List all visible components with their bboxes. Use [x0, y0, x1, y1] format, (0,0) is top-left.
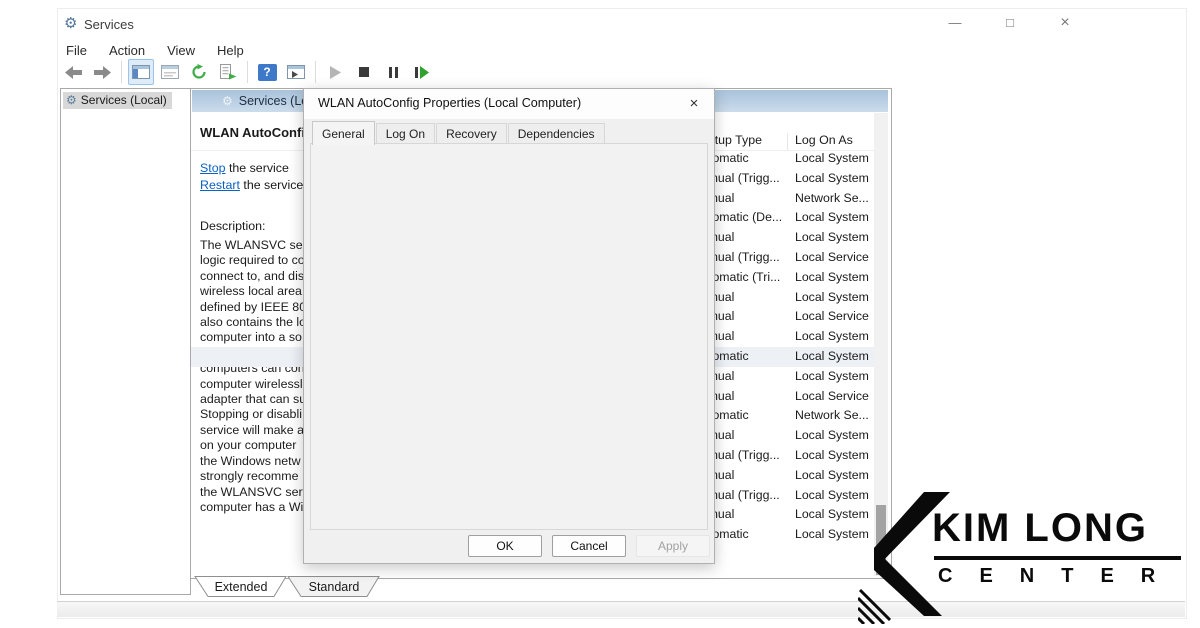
- cell-log-on-as: Local System: [795, 268, 869, 288]
- export-list-button[interactable]: [215, 59, 241, 85]
- services-header-icon: ⚙: [222, 94, 233, 108]
- ok-button[interactable]: OK: [468, 535, 542, 557]
- extended-view-icon: [287, 65, 305, 79]
- back-arrow-icon: [65, 66, 82, 79]
- extended-view-button[interactable]: [283, 59, 309, 85]
- cell-log-on-as: Local System: [795, 347, 869, 367]
- play-icon: [330, 66, 341, 79]
- dialog-close-button[interactable]: ×: [680, 93, 708, 115]
- dialog-title: WLAN AutoConfig Properties (Local Comput…: [318, 96, 581, 110]
- minimize-button[interactable]: —: [942, 13, 968, 33]
- tab-standard-label[interactable]: Standard: [309, 580, 360, 594]
- forward-arrow-icon: [94, 66, 111, 79]
- dialog-page: [310, 143, 708, 530]
- cell-log-on-as: Local System: [795, 367, 869, 387]
- menu-view[interactable]: View: [164, 42, 198, 59]
- close-button[interactable]: ×: [1052, 13, 1078, 33]
- restart-icon: [415, 66, 429, 79]
- cell-log-on-as: Local System: [795, 149, 869, 169]
- toolbar-separator: [247, 61, 248, 83]
- toolbar-separator: [121, 61, 122, 83]
- restart-service-button[interactable]: [409, 59, 435, 85]
- cell-log-on-as: Local System: [795, 228, 869, 248]
- cell-log-on-as: Local System: [795, 288, 869, 308]
- console-tree-panel: ⚙ Services (Local): [60, 88, 191, 595]
- cell-log-on-as: Local Service: [795, 248, 869, 268]
- stop-service-button[interactable]: [351, 59, 377, 85]
- cell-log-on-as: Local System: [795, 169, 869, 189]
- toolbar-separator: [315, 61, 316, 83]
- refresh-icon: [191, 64, 207, 80]
- start-service-button[interactable]: [322, 59, 348, 85]
- dialog-tab-recovery[interactable]: Recovery: [436, 123, 507, 145]
- cell-log-on-as: Local Service: [795, 307, 869, 327]
- refresh-button[interactable]: [186, 59, 212, 85]
- tree-root-label: Services (Local): [81, 93, 167, 107]
- menu-action[interactable]: Action: [106, 42, 148, 59]
- pause-icon: [389, 67, 398, 78]
- cell-log-on-as: Local System: [795, 327, 869, 347]
- show-console-tree-button[interactable]: [128, 59, 154, 85]
- cell-log-on-as: Local System: [795, 446, 869, 466]
- kim-long-center-logo: KIM LONG CENTER: [858, 492, 1192, 624]
- view-tabs: Extended Standard: [189, 576, 399, 598]
- help-icon: ?: [258, 64, 277, 81]
- column-separator: [787, 133, 788, 150]
- cancel-button[interactable]: Cancel: [552, 535, 626, 557]
- menu-help[interactable]: Help: [214, 42, 247, 59]
- console-tree-icon: [132, 65, 150, 79]
- tab-extended-label[interactable]: Extended: [215, 580, 268, 594]
- dialog-tab-strip: GeneralLog OnRecoveryDependencies: [312, 121, 606, 145]
- stop-icon: [359, 67, 369, 77]
- window-controls: — □ ×: [942, 13, 1078, 33]
- column-header-log-on-as[interactable]: Log On As: [795, 133, 853, 147]
- cell-log-on-as: Local System: [795, 208, 869, 228]
- logo-text-line2: CENTER: [938, 565, 1182, 588]
- window-icon: [161, 65, 179, 79]
- properties-window-button[interactable]: [157, 59, 183, 85]
- apply-button[interactable]: Apply: [636, 535, 710, 557]
- properties-dialog: WLAN AutoConfig Properties (Local Comput…: [303, 88, 715, 564]
- services-node-icon: ⚙: [66, 93, 77, 107]
- cell-log-on-as: Local System: [795, 466, 869, 486]
- logo-divider: [934, 556, 1181, 560]
- menu-bar: File Action View Help: [63, 42, 247, 59]
- window-title: Services: [84, 17, 134, 32]
- sidebar-item-services-local[interactable]: ⚙ Services (Local): [63, 92, 172, 109]
- export-list-icon: [220, 64, 237, 80]
- back-button[interactable]: [60, 59, 86, 85]
- toolbar: ?: [60, 58, 435, 86]
- services-app-icon: ⚙: [64, 14, 77, 32]
- maximize-button[interactable]: □: [997, 13, 1023, 33]
- cell-log-on-as: Local Service: [795, 387, 869, 407]
- cell-log-on-as: Network Se...: [795, 189, 869, 209]
- screenshot-canvas: ⚙ Services — □ × File Action View Help ?: [0, 0, 1200, 628]
- pause-service-button[interactable]: [380, 59, 406, 85]
- dialog-tab-general[interactable]: General: [312, 121, 375, 145]
- cell-log-on-as: Network Se...: [795, 406, 869, 426]
- dialog-tab-dependencies[interactable]: Dependencies: [508, 123, 605, 145]
- logo-text-line1: KIM LONG: [932, 506, 1148, 551]
- cell-log-on-as: Local System: [795, 426, 869, 446]
- forward-button[interactable]: [89, 59, 115, 85]
- dialog-tab-log-on[interactable]: Log On: [376, 123, 435, 145]
- menu-file[interactable]: File: [63, 42, 90, 59]
- help-button[interactable]: ?: [254, 59, 280, 85]
- selected-service-title: WLAN AutoConfig: [200, 125, 313, 140]
